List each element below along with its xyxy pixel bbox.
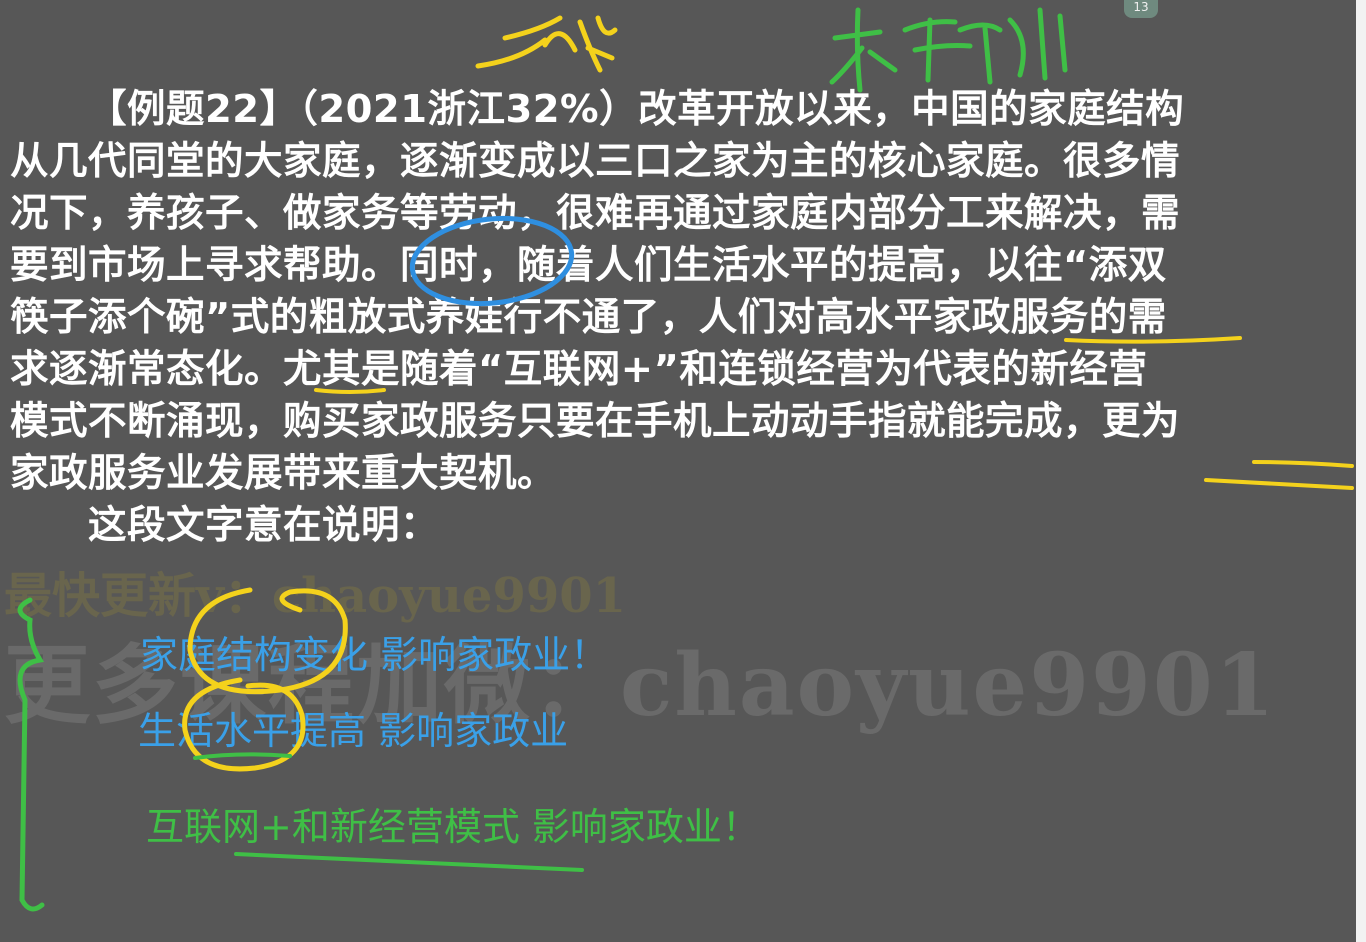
green-scribble-top bbox=[829, 7, 1068, 93]
yellow-scribble-top bbox=[475, 15, 618, 73]
window-edge bbox=[1356, 0, 1366, 942]
note-internet-model: 互联网+和新经营模式 影响家政业！ bbox=[146, 805, 760, 849]
slide: 【例题22】（2021浙江32%）改革开放以来，中国的家庭结构 从几代同堂的大家… bbox=[0, 0, 1356, 942]
passage-line: 求逐渐常态化。尤其是随着“互联网+”和连锁经营为代表的新经营 bbox=[10, 347, 1148, 392]
question-passage: 【例题22】（2021浙江32%）改革开放以来，中国的家庭结构 从几代同堂的大家… bbox=[10, 84, 1332, 552]
page-badge: 13 bbox=[1124, 0, 1158, 18]
note-living-standard: 生活水平提高 影响家政业 bbox=[138, 709, 569, 753]
passage-line: 家政服务业发展带来重大契机。 bbox=[10, 451, 557, 496]
note-family-structure: 家庭结构变化 影响家政业！ bbox=[140, 633, 609, 677]
passage-line: 筷子添个碗”式的粗放式养娃行不通了，人们对高水平家政服务的需 bbox=[10, 295, 1167, 340]
passage-line: 【例题22】（2021浙江32%）改革开放以来，中国的家庭结构 bbox=[88, 87, 1185, 132]
passage-line: 模式不断涌现，购买家政服务只要在手机上动动手指就能完成，更为 bbox=[10, 399, 1181, 444]
passage-line: 要到市场上寻求帮助。同时，随着人们生活水平的提高，以往“添双 bbox=[10, 243, 1167, 288]
passage-line: 况下，养孩子、做家务等劳动，很难再通过家庭内部分工来解决，需 bbox=[10, 191, 1181, 236]
question-prompt: 这段文字意在说明： bbox=[88, 503, 440, 548]
green-underline-note bbox=[234, 852, 584, 872]
passage-line: 从几代同堂的大家庭，逐渐变成以三口之家为主的核心家庭。很多情 bbox=[10, 139, 1181, 184]
